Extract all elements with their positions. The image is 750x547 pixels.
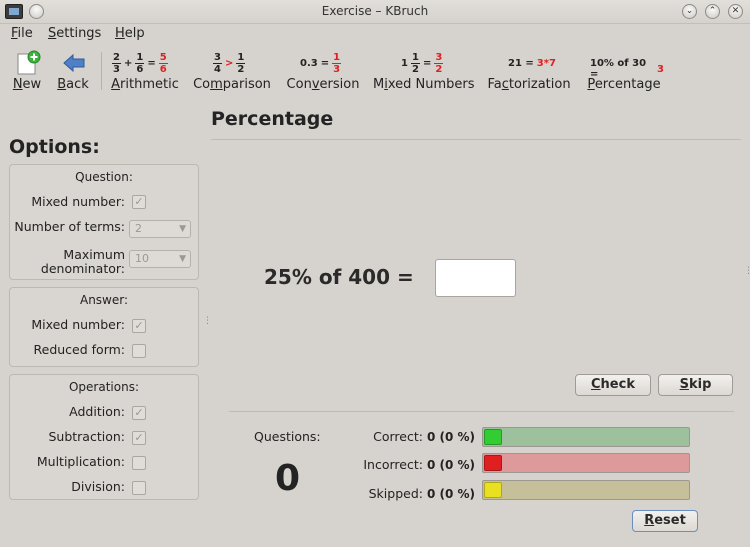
options-title: Options: <box>9 136 100 158</box>
addition-checkbox[interactable]: ✓ <box>132 406 146 420</box>
skipped-bar-fill <box>484 482 502 498</box>
factorization-icon: 21 = 3*7 <box>508 58 556 69</box>
splitter-handle[interactable]: ⋮ <box>203 316 212 326</box>
division-label: Division: <box>71 479 125 494</box>
skipped-bar <box>482 480 690 500</box>
factorization-button[interactable]: 21 = 3*7 Factorization <box>486 50 572 96</box>
skipped-stat: Skipped: 0 (0 %) <box>368 486 475 501</box>
arithmetic-icon: 23 + 16 = 56 <box>112 52 168 75</box>
back-arrow-icon <box>63 53 85 73</box>
question-text: 25% of 400 = <box>264 265 414 289</box>
question-group-title: Question: <box>75 170 133 184</box>
skip-button[interactable]: Skip <box>658 374 733 396</box>
answer-input[interactable] <box>435 259 516 297</box>
addition-label: Addition: <box>69 404 125 419</box>
subtraction-label: Subtraction: <box>48 429 125 444</box>
max-denominator-label-line2: denominator: <box>40 261 125 276</box>
conversion-button[interactable]: 0.3 = 13 Conversion <box>285 50 361 96</box>
incorrect-stat: Incorrect: 0 (0 %) <box>363 457 475 472</box>
questions-label: Questions: <box>254 429 321 444</box>
chevron-down-icon: ▼ <box>179 254 186 264</box>
chevron-down-icon: ▼ <box>179 224 186 234</box>
stats-divider <box>229 411 734 412</box>
answer-group-title: Answer: <box>79 293 129 307</box>
arithmetic-button[interactable]: 23 + 16 = 56 Arithmetic <box>107 50 183 96</box>
correct-bar-fill <box>484 429 502 445</box>
answer-mixed-label: Mixed number: <box>31 317 125 332</box>
subtraction-checkbox[interactable]: ✓ <box>132 431 146 445</box>
menu-file[interactable]: File <box>11 26 33 41</box>
conversion-icon: 0.3 = 13 <box>300 52 342 75</box>
mixed-numbers-icon: 1 12 = 32 <box>401 52 444 75</box>
resize-handle[interactable]: ⋮ <box>744 266 750 276</box>
operations-group-title: Operations: <box>68 380 139 394</box>
menu-help[interactable]: Help <box>115 26 145 41</box>
close-icon[interactable]: ✕ <box>728 4 743 19</box>
comparison-icon: 34 > 12 <box>213 52 246 75</box>
maximize-icon[interactable]: ⌃ <box>705 4 720 19</box>
new-button[interactable]: New <box>10 50 44 96</box>
menu-settings[interactable]: Settings <box>48 26 101 41</box>
incorrect-bar <box>482 453 690 473</box>
division-checkbox[interactable] <box>132 481 146 495</box>
reduced-form-label: Reduced form: <box>33 342 126 357</box>
multiplication-checkbox[interactable] <box>132 456 146 470</box>
number-of-terms-label: Number of terms: <box>14 219 125 234</box>
incorrect-bar-fill <box>484 455 502 471</box>
toolbar-separator <box>101 52 102 90</box>
number-of-terms-select[interactable]: 2 ▼ <box>129 220 191 238</box>
max-denominator-select[interactable]: 10 ▼ <box>129 250 191 268</box>
comparison-button[interactable]: 34 > 12 Comparison <box>193 50 271 96</box>
percentage-button[interactable]: 10% of 30 = 3 Percentage <box>584 50 664 96</box>
answer-mixed-checkbox[interactable]: ✓ <box>132 319 146 333</box>
title-divider <box>211 139 741 140</box>
multiplication-label: Multiplication: <box>36 454 125 469</box>
question-mixed-label: Mixed number: <box>31 194 125 209</box>
task-title: Percentage <box>211 108 334 130</box>
reset-button[interactable]: Reset <box>632 510 698 532</box>
mixed-numbers-button[interactable]: 1 12 = 32 Mixed Numbers <box>373 50 475 96</box>
back-button[interactable]: Back <box>56 50 90 96</box>
window-title: Exercise – KBruch <box>321 4 429 18</box>
correct-stat: Correct: 0 (0 %) <box>373 429 475 444</box>
check-button[interactable]: Check <box>575 374 651 396</box>
question-mixed-checkbox[interactable]: ✓ <box>132 195 146 209</box>
minimize-icon[interactable]: ⌄ <box>682 4 697 19</box>
questions-count: 0 <box>275 458 301 499</box>
correct-bar <box>482 427 690 447</box>
max-denominator-label-line1: Maximum <box>63 247 125 262</box>
reduced-form-checkbox[interactable] <box>132 344 146 358</box>
new-document-plus-icon <box>17 50 41 75</box>
